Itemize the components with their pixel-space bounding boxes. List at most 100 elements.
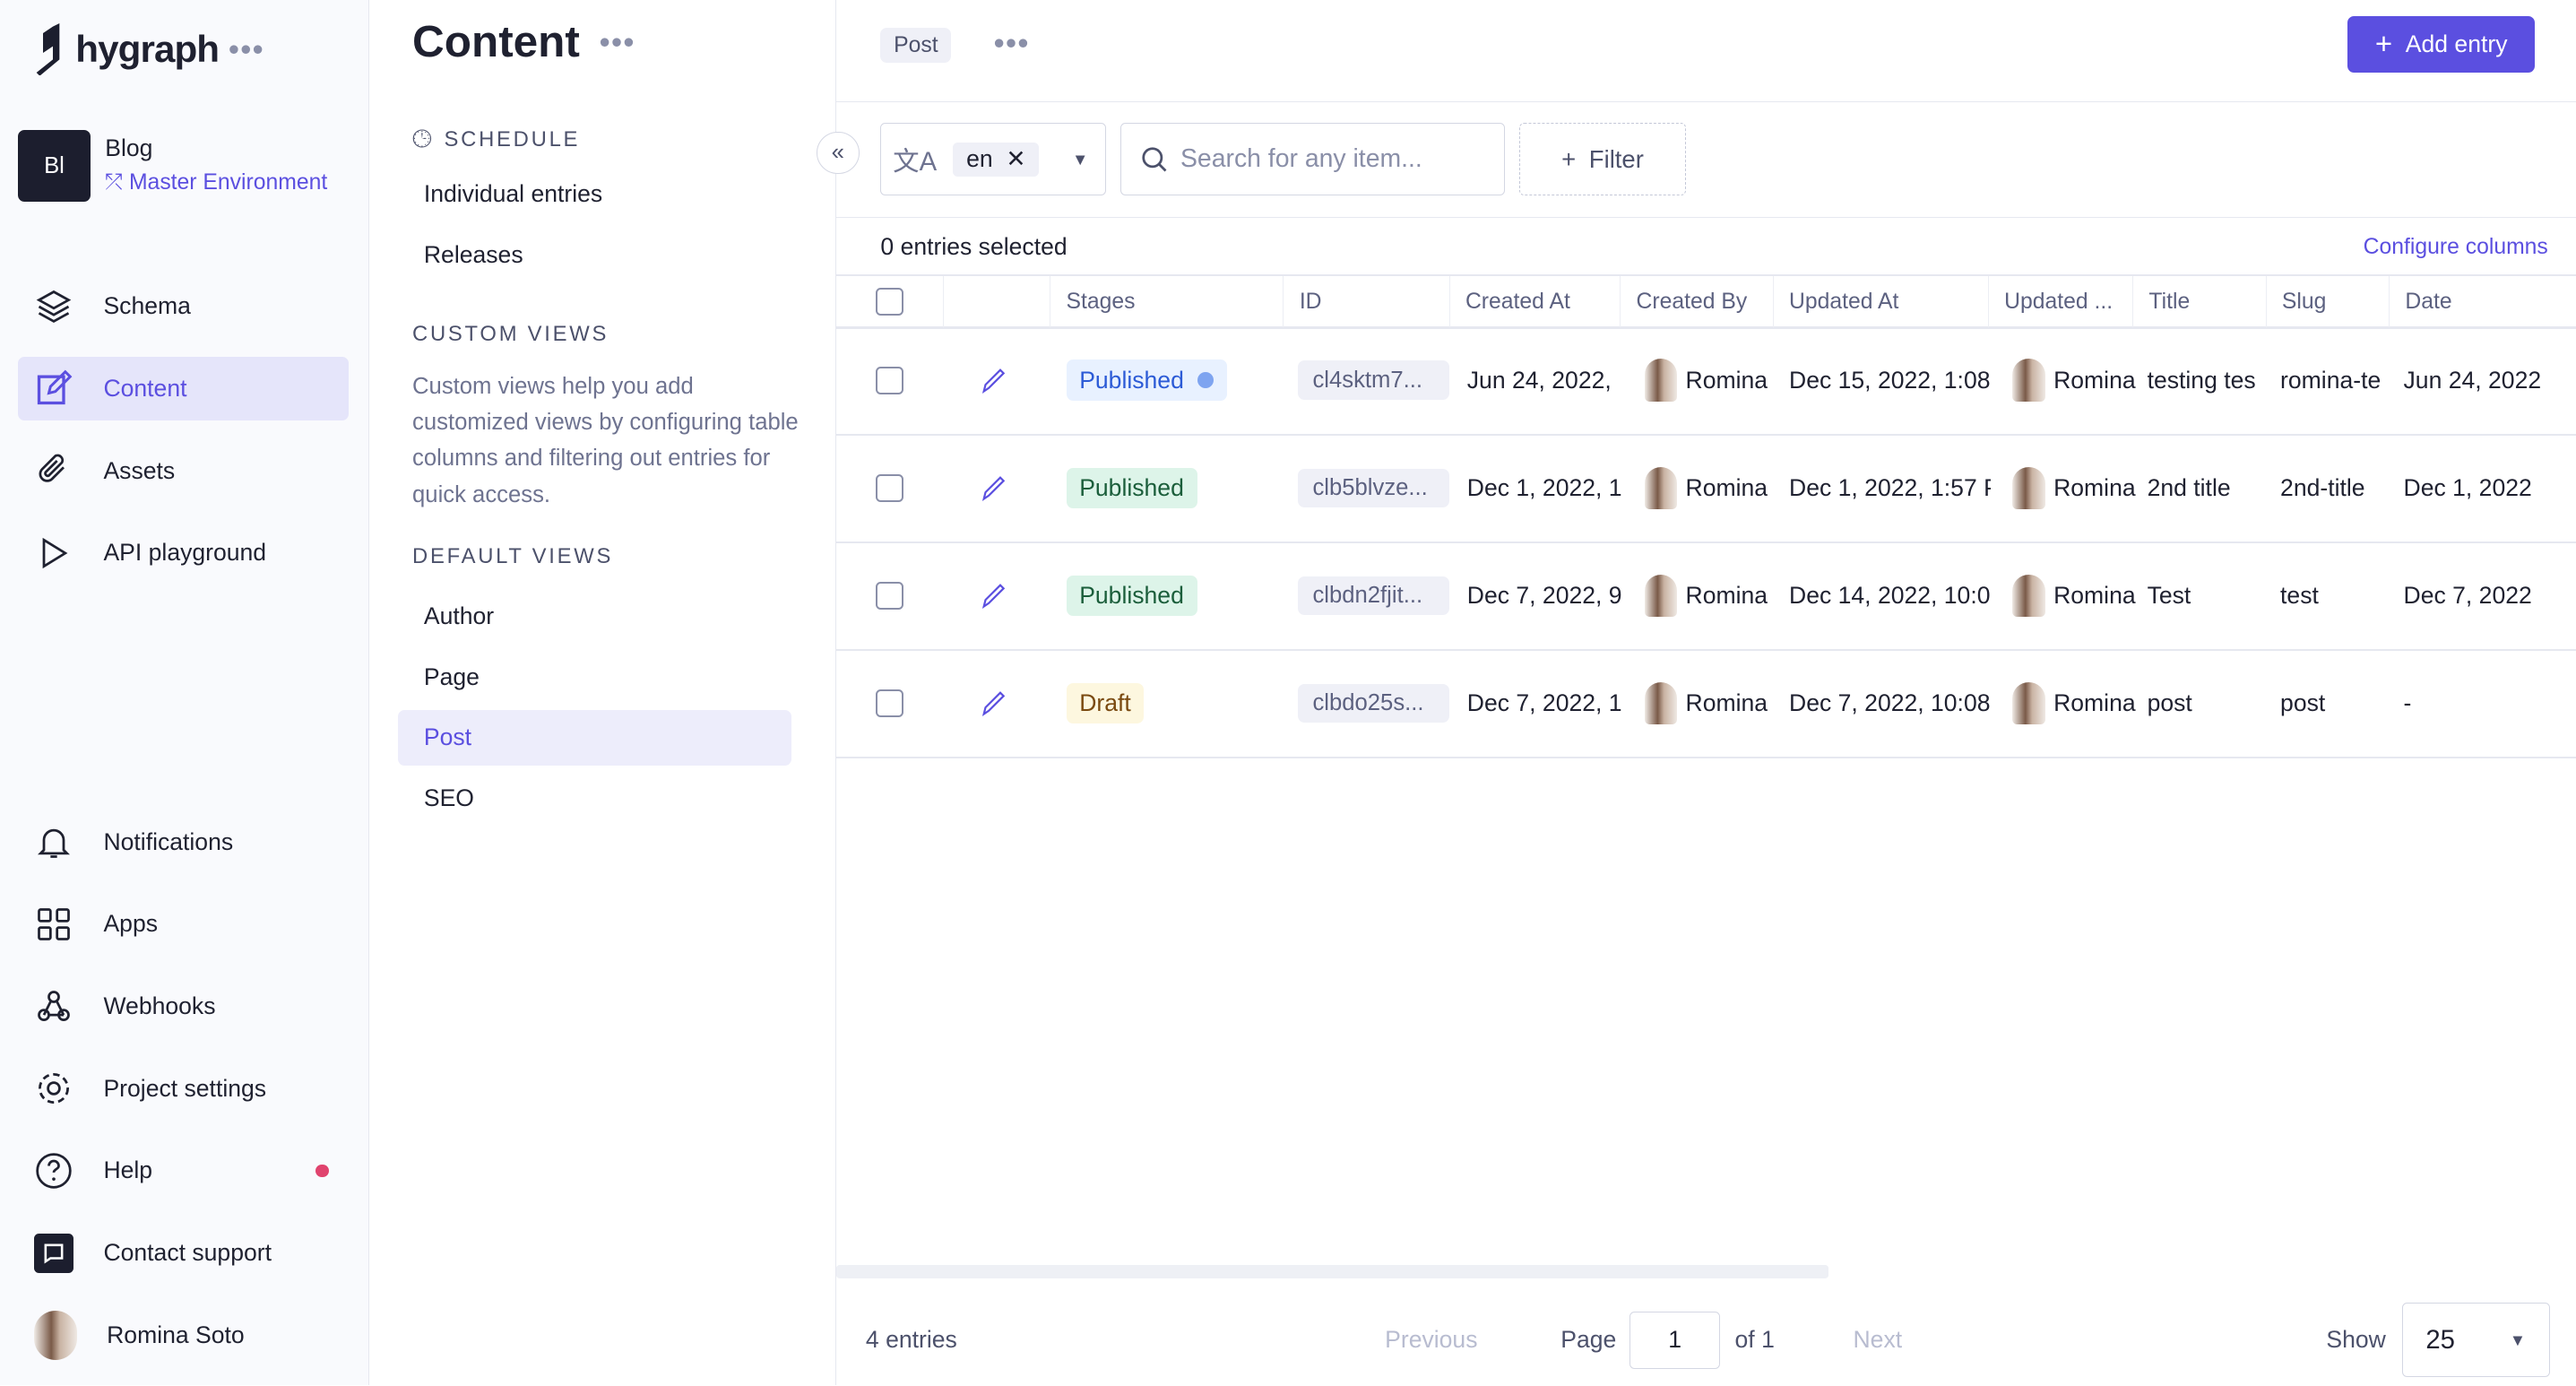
entry-title: post <box>2147 689 2192 716</box>
next-button[interactable]: Next <box>1854 1326 1903 1354</box>
updated-at: Dec 14, 2022, 10:0 <box>1789 581 1991 609</box>
nav-item-help[interactable]: Help <box>18 1139 348 1202</box>
nav-item-romina-soto[interactable]: Romina Soto <box>18 1303 348 1366</box>
entry-id: clbdn2fjit... <box>1297 576 1449 616</box>
column-header[interactable]: Stages <box>1067 276 1280 327</box>
nav-item-notifications[interactable]: Notifications <box>18 810 348 874</box>
column-header[interactable]: ID <box>1300 276 1446 327</box>
stage-label: Published <box>1079 581 1184 609</box>
add-entry-button[interactable]: + Add entry <box>2347 16 2536 73</box>
entry-title: 2nd title <box>2147 473 2231 501</box>
page-size-select[interactable]: 25 ▼ <box>2401 1303 2550 1377</box>
table-row[interactable]: Published clbdn2fjit... Dec 7, 2022, 9 Romi… <box>835 544 2576 651</box>
stage-label: Draft <box>1079 689 1131 716</box>
stage-badge: Published <box>1066 467 1197 509</box>
view-page[interactable]: Page <box>398 649 792 705</box>
hygraph-logo[interactable]: hygraph ••• <box>33 22 265 76</box>
row-checkbox[interactable] <box>875 366 904 394</box>
edit-pencil-icon[interactable] <box>981 367 1008 394</box>
column-header[interactable]: Created At <box>1465 276 1615 327</box>
column-header[interactable]: Created By <box>1637 276 1769 327</box>
table-row[interactable]: Published cl4sktm7... Jun 24, 2022, Romina D… <box>835 329 2576 436</box>
view-seo[interactable]: SEO <box>398 771 792 827</box>
edit-pencil-icon[interactable] <box>981 474 1008 502</box>
chevron-down-icon: ▼ <box>1072 149 1089 169</box>
nav-item-webhooks[interactable]: Webhooks <box>18 975 348 1038</box>
column-header[interactable]: Date <box>2405 276 2572 327</box>
previous-button[interactable]: Previous <box>1385 1326 1477 1354</box>
nav-item-label: Apps <box>103 910 158 938</box>
configure-columns-link[interactable]: Configure columns <box>2364 235 2548 260</box>
view-individual-entries[interactable]: Individual entries <box>398 166 792 221</box>
nav-item-apps[interactable]: Apps <box>18 892 348 956</box>
stage-badge: Published <box>1066 575 1197 617</box>
info-icon <box>1197 372 1214 389</box>
more-icon[interactable]: ••• <box>600 25 635 59</box>
view-post[interactable]: Post <box>397 709 792 767</box>
branch-icon: ⤱ <box>105 170 129 195</box>
view-releases[interactable]: Releases <box>398 227 792 282</box>
close-icon[interactable]: ✕ <box>1006 145 1025 173</box>
user-avatar <box>1644 359 1678 403</box>
entry-date: - <box>2403 689 2412 716</box>
row-checkbox[interactable] <box>875 689 904 718</box>
custom-views-heading: CUSTOM VIEWS <box>412 322 609 347</box>
table-row[interactable]: Published clb5blvze... Dec 1, 2022, 1: Romi… <box>835 437 2576 543</box>
table-header: Stages ID Created At Created By Updated At Up… <box>835 274 2576 329</box>
nav-item-content[interactable]: Content <box>18 356 349 421</box>
column-header[interactable]: Updated At <box>1789 276 1984 327</box>
custom-views-description: Custom views help you add customized vie… <box>412 373 799 507</box>
project-switcher[interactable]: Bl Blog ⤱ Master Environment <box>18 129 327 203</box>
nav-item-assets[interactable]: Assets <box>18 438 348 502</box>
nav-item-project-settings[interactable]: Project settings <box>18 1057 348 1121</box>
more-icon[interactable]: ••• <box>229 32 264 66</box>
page-label: Page <box>1560 1326 1617 1354</box>
locale-select[interactable]: 文A en ✕ ▼ <box>880 123 1106 196</box>
locale-chip: en ✕ <box>953 142 1040 177</box>
nav-item-label: Schema <box>103 292 191 320</box>
nav-item-contact-support[interactable]: Contact support <box>18 1221 348 1285</box>
environment-link[interactable]: ⤱ Master Environment <box>105 170 327 195</box>
updated-by: Romina <box>2053 689 2136 716</box>
page-input[interactable]: 1 <box>1629 1311 1721 1369</box>
nav-item-label: Romina Soto <box>107 1321 245 1348</box>
entry-slug: 2nd-title <box>2280 473 2365 501</box>
user-avatar <box>1644 466 1678 510</box>
column-header[interactable]: Updated ... <box>2004 276 2129 327</box>
nav-item-schema[interactable]: Schema <box>18 274 348 338</box>
column-header[interactable]: Slug <box>2282 276 2385 327</box>
entry-date: Dec 7, 2022 <box>2403 581 2532 609</box>
entry-slug: romina-te <box>2280 366 2382 394</box>
page-size-value: 25 <box>2425 1324 2455 1355</box>
created-at: Dec 1, 2022, 1: <box>1466 473 1622 501</box>
view-label: Individual entries <box>423 179 603 207</box>
edit-pencil-icon[interactable] <box>981 582 1008 610</box>
plus-icon: + <box>2374 27 2393 61</box>
content-views-panel: Content ••• 🕒︎ SCHEDULE Individual entries… <box>369 0 860 1386</box>
default-views-heading: DEFAULT VIEWS <box>412 543 614 568</box>
table-row[interactable]: Draft clbdo25s... Dec 7, 2022, 1 Romina Dec … <box>835 652 2576 758</box>
column-header[interactable]: Title <box>2148 276 2261 327</box>
brand-name: hygraph <box>75 27 220 70</box>
hygraph-logo-icon <box>36 22 59 76</box>
view-label: Post <box>423 723 472 751</box>
row-checkbox[interactable] <box>875 473 904 502</box>
created-by: Romina <box>1685 581 1768 609</box>
nav-item-api-playground[interactable]: API playground <box>18 521 348 585</box>
edit-pencil-icon[interactable] <box>981 689 1008 717</box>
search-input[interactable]: Search for any item... <box>1120 123 1505 196</box>
row-checkbox[interactable] <box>875 581 904 610</box>
entries-count: 4 entries <box>865 1326 957 1354</box>
created-by: Romina <box>1685 366 1768 394</box>
horizontal-scrollbar[interactable] <box>835 1265 1828 1278</box>
edit-icon <box>38 370 73 405</box>
user-avatar <box>2012 359 2045 403</box>
gear-icon <box>39 1073 70 1104</box>
select-all-checkbox[interactable] <box>875 287 904 316</box>
filter-button[interactable]: + Filter <box>1519 123 1686 196</box>
entry-id: clbdo25s... <box>1297 683 1449 723</box>
model-more-icon[interactable]: ••• <box>994 26 1030 60</box>
layers-icon <box>37 290 72 323</box>
created-by: Romina <box>1685 689 1768 716</box>
view-author[interactable]: Author <box>398 588 792 644</box>
